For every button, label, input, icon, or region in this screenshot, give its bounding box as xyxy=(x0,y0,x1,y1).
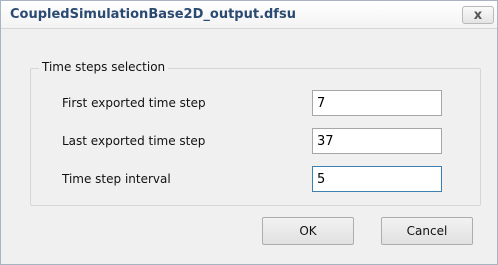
time-step-interval-input[interactable] xyxy=(312,166,442,192)
first-time-step-label: First exported time step xyxy=(62,96,206,110)
ok-button[interactable]: OK xyxy=(262,217,354,245)
cancel-button[interactable]: Cancel xyxy=(381,217,473,245)
close-icon: x xyxy=(473,7,483,23)
export-time-steps-dialog: CoupledSimulationBase2D_output.dfsu x Ti… xyxy=(0,0,498,265)
time-step-interval-label: Time step interval xyxy=(62,172,171,186)
title-bar[interactable]: CoupledSimulationBase2D_output.dfsu x xyxy=(1,1,497,29)
last-time-step-input[interactable] xyxy=(312,128,442,154)
window-title: CoupledSimulationBase2D_output.dfsu xyxy=(10,7,296,22)
close-button[interactable]: x xyxy=(462,6,494,24)
first-time-step-input[interactable] xyxy=(312,90,442,116)
last-time-step-label: Last exported time step xyxy=(62,134,206,148)
group-legend: Time steps selection xyxy=(39,60,169,74)
